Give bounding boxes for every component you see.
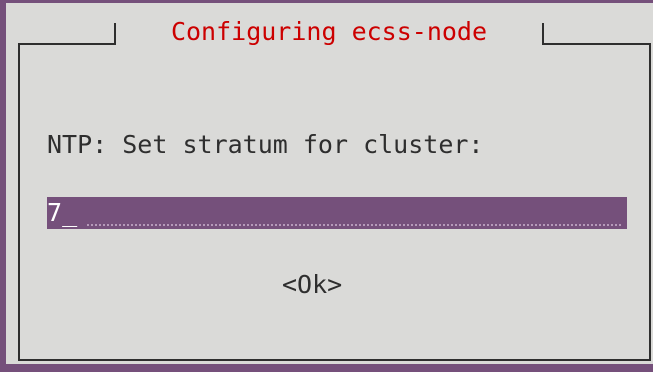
dialog-border-top-right: [542, 43, 651, 45]
dialog-border-left: [18, 43, 20, 361]
terminal-background-bottom: [0, 364, 653, 372]
title-bracket-left: [114, 23, 116, 45]
stratum-input[interactable]: 7_: [47, 197, 627, 229]
dialog-title: Configuring ecss-node: [170, 17, 488, 46]
debconf-dialog: Configuring ecss-node NTP: Set stratum f…: [6, 3, 653, 364]
title-bracket-right: [542, 23, 544, 45]
stratum-prompt: NTP: Set stratum for cluster:: [47, 130, 484, 159]
ok-button[interactable]: <Ok>: [282, 269, 342, 301]
text-cursor: _: [62, 198, 78, 227]
dialog-border-bottom: [18, 359, 651, 361]
input-fill-dots: [87, 224, 621, 226]
dialog-border-top-left: [18, 43, 116, 45]
dialog-border-right: [649, 43, 651, 361]
stratum-input-value: 7: [47, 198, 63, 227]
terminal-screen: Configuring ecss-node NTP: Set stratum f…: [0, 0, 653, 372]
